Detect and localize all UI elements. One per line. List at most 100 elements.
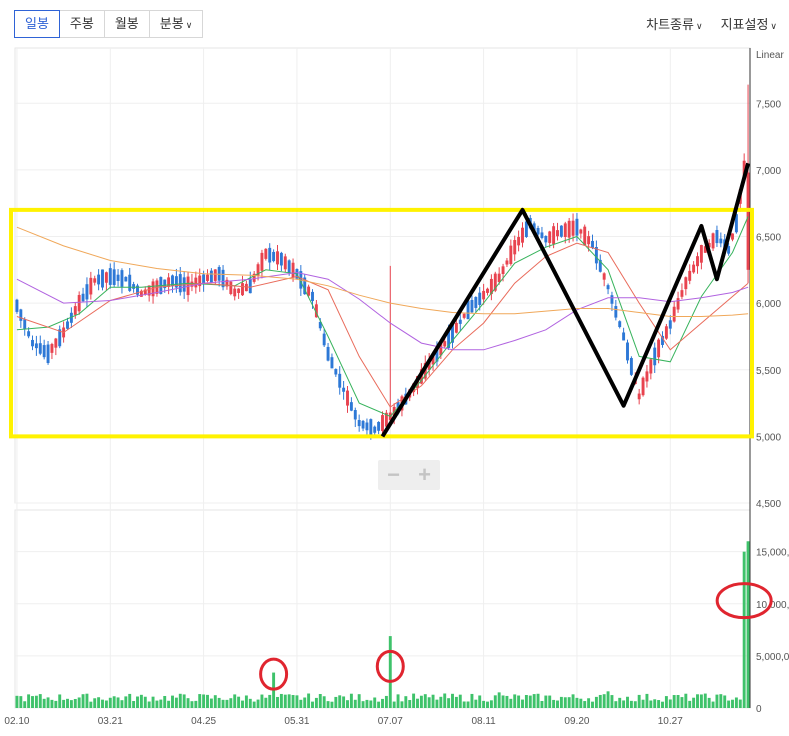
volume-bar — [31, 696, 34, 708]
candle-body — [42, 345, 46, 358]
candle-body — [727, 246, 731, 254]
volume-bar — [357, 694, 361, 708]
volume-bar — [738, 699, 742, 708]
zoom-in-button[interactable]: + — [409, 460, 440, 490]
volume-bar — [287, 694, 291, 708]
volume-bar — [38, 694, 42, 708]
candle-body — [711, 233, 715, 249]
candle-body — [244, 283, 248, 292]
volume-tick-label: 0 — [756, 704, 762, 715]
volume-bar — [27, 694, 31, 708]
candle-body — [746, 172, 750, 270]
volume-bar — [233, 694, 237, 708]
candle-body — [699, 245, 703, 263]
candle-body — [349, 402, 353, 411]
volume-bar — [462, 701, 466, 708]
volume-bar — [104, 700, 108, 708]
volume-bar — [509, 698, 513, 708]
volume-bar — [571, 694, 575, 708]
volume-bar — [645, 693, 649, 708]
volume-bar — [614, 701, 618, 708]
volume-bar — [559, 696, 563, 708]
time-tick-label: 08.11 — [471, 716, 496, 727]
candle-body — [264, 248, 268, 259]
volume-bar — [408, 700, 412, 708]
volume-bar — [326, 701, 330, 708]
candle-body — [23, 319, 27, 330]
candle-body — [283, 256, 287, 270]
candle-body — [89, 277, 93, 295]
volume-bar — [159, 699, 163, 708]
candle-body — [501, 266, 505, 274]
candle-body — [614, 306, 618, 318]
candle-body — [719, 238, 723, 244]
volume-bar — [303, 697, 307, 708]
candle-body — [365, 422, 369, 431]
candle-body — [556, 230, 559, 237]
volume-bar — [583, 701, 587, 708]
volume-bar — [458, 694, 462, 708]
price-tick-label: 4,500 — [756, 499, 781, 510]
volume-bar — [400, 701, 404, 708]
time-tick-label: 03.21 — [98, 716, 123, 727]
candle-body — [587, 236, 591, 245]
volume-bar — [248, 698, 252, 708]
volume-bar — [594, 696, 598, 708]
volume-bar — [174, 697, 178, 708]
volume-bar — [381, 698, 384, 708]
candle-body — [248, 278, 252, 294]
volume-bar — [454, 696, 458, 708]
ma-line-mid — [16, 242, 749, 408]
candle-body — [104, 272, 108, 283]
volume-bar — [602, 694, 606, 708]
volume-bar — [404, 696, 408, 708]
volume-bar — [23, 701, 27, 708]
volume-bar — [727, 700, 731, 708]
candle-body — [606, 285, 610, 290]
volume-bar — [198, 694, 202, 708]
candle-body — [649, 359, 653, 374]
time-tick-label: 02.10 — [4, 716, 29, 727]
candle-body — [509, 245, 513, 265]
volume-bar — [209, 698, 213, 708]
candle-body — [653, 347, 657, 366]
candle-body — [622, 332, 626, 341]
price-volume-chart[interactable]: Linear 7,500 7,000 6,500 6,000 5,500 5,000 4,50… — [0, 0, 789, 736]
candle-body — [731, 233, 734, 240]
volume-bar — [229, 698, 233, 708]
volume-bar — [684, 693, 688, 708]
candle-body — [688, 270, 692, 281]
volume-bar — [342, 696, 346, 708]
candle-body — [657, 339, 661, 358]
volume-bar — [69, 700, 73, 708]
price-tick-label: 7,000 — [756, 166, 781, 177]
volume-bar — [501, 695, 505, 708]
volume-bar — [544, 695, 548, 708]
volume-bar — [264, 697, 268, 708]
candle-body — [517, 237, 521, 246]
price-tick-label: 6,000 — [756, 299, 781, 310]
candle-body — [672, 306, 676, 322]
volume-bar — [369, 700, 373, 708]
candle-body — [311, 291, 314, 302]
volume-bar — [237, 696, 241, 708]
volume-bar — [548, 695, 552, 708]
candle-body — [54, 338, 58, 348]
volume-bar — [598, 694, 602, 708]
volume-bar — [330, 701, 334, 708]
candle-body — [202, 274, 206, 284]
volume-bar — [143, 696, 147, 708]
candle-body — [213, 269, 217, 281]
zoom-out-button[interactable]: − — [378, 460, 409, 490]
volume-bar — [136, 696, 139, 708]
volume-bar — [521, 699, 524, 708]
volume-bar — [276, 696, 279, 708]
candle-body — [178, 274, 182, 293]
volume-bar — [637, 694, 641, 708]
candle-body — [373, 426, 377, 433]
candle-body — [93, 278, 97, 283]
volume-bar — [567, 697, 571, 708]
volume-bar — [217, 697, 221, 708]
volume-bar — [427, 697, 431, 708]
volume-bar — [318, 694, 322, 708]
